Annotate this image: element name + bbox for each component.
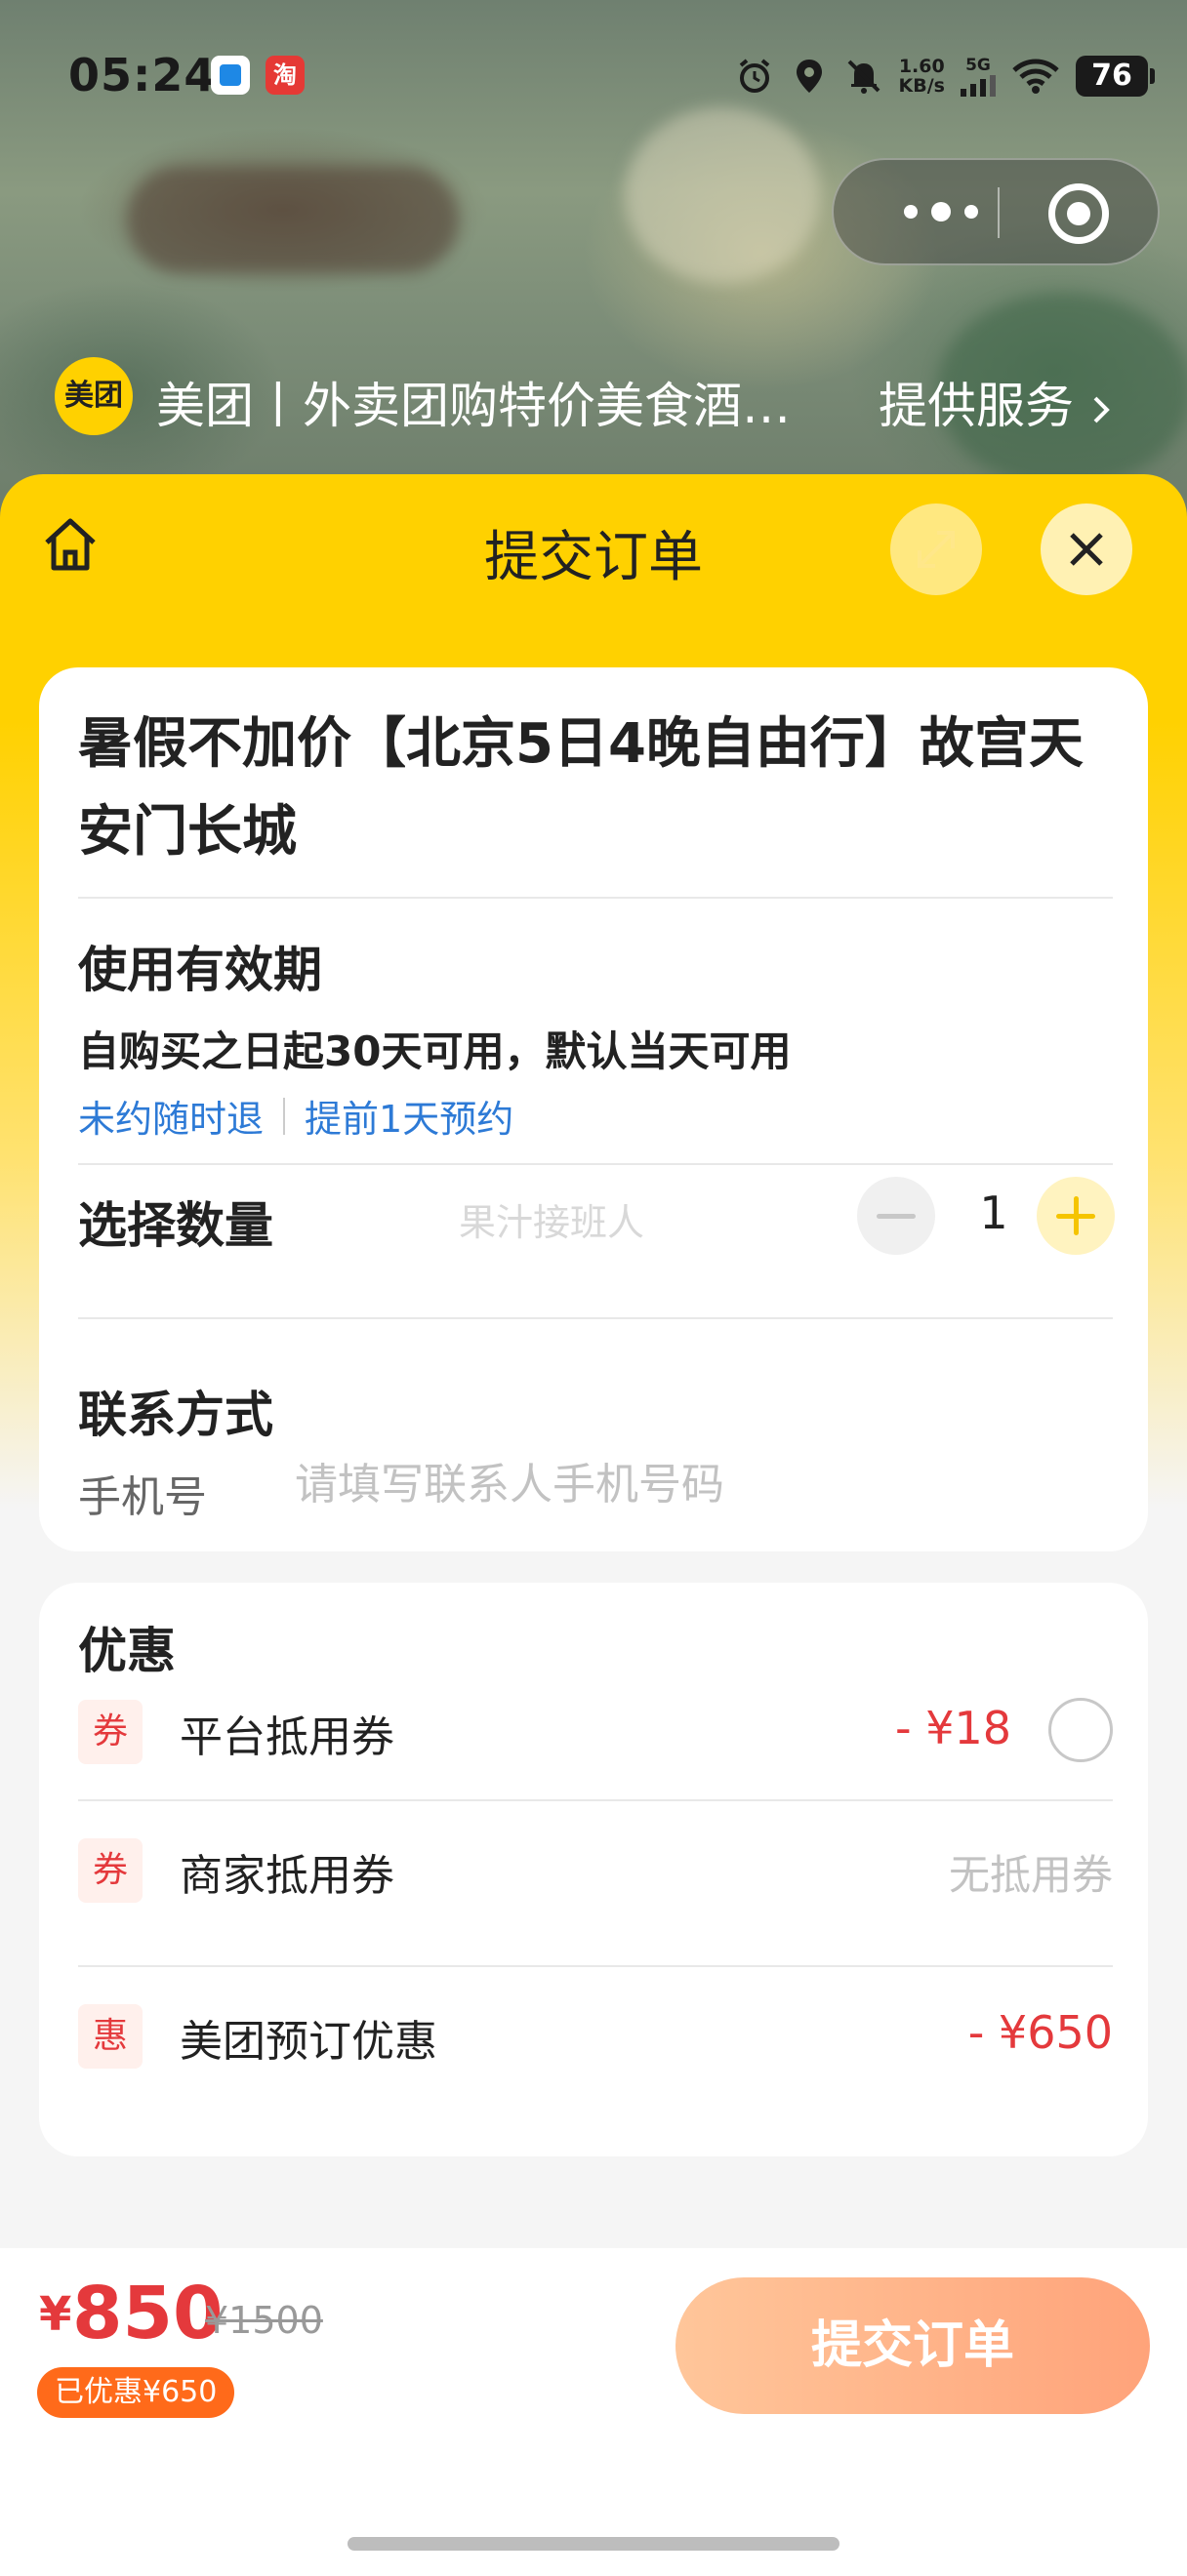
coupon-amount: - ¥18 xyxy=(894,1702,1011,1754)
divider xyxy=(78,1799,1113,1801)
coupon-badge: 券 xyxy=(78,1838,143,1903)
alarm-icon xyxy=(739,59,769,93)
signal-bars-icon xyxy=(961,75,996,97)
divider xyxy=(78,897,1113,899)
expand-icon xyxy=(918,531,955,568)
status-time: 05:24 xyxy=(68,49,217,101)
saved-badge: 已优惠¥650 xyxy=(37,2367,235,2418)
divider xyxy=(78,1163,1113,1165)
discount-amount: - ¥650 xyxy=(967,2006,1113,2059)
more-menu-button[interactable] xyxy=(882,160,1000,263)
order-info-card: 暑假不加价【北京5日4晚自由行】故宫天安门长城 使用有效期 自购买之日起30天可… xyxy=(39,667,1148,1551)
validity-heading: 使用有效期 xyxy=(78,942,322,998)
checkout-bar: ¥ 850 ¥1500 已优惠¥650 提交订单 xyxy=(0,2248,1187,2576)
coupon-status: 无抵用券 xyxy=(948,1851,1113,1899)
original-price: ¥1500 xyxy=(205,2299,323,2342)
chevron-right-icon xyxy=(1093,396,1110,423)
discount-card: 优惠 券 平台抵用券 - ¥18 券 商家抵用券 无抵用券 惠 美团预订优惠 -… xyxy=(39,1583,1148,2156)
service-label: 提供服务 xyxy=(879,378,1074,434)
quantity-stepper: 1 xyxy=(857,1177,1148,1259)
location-icon xyxy=(796,60,822,93)
coupon-name: 平台抵用券 xyxy=(180,1712,394,1762)
tag-separator xyxy=(283,1097,286,1135)
phone-label: 手机号 xyxy=(78,1472,207,1522)
capsule-divider xyxy=(998,187,1000,238)
meituan-discount-row: 惠 美团预订优惠 - ¥650 xyxy=(78,1996,1113,2074)
tag-reservation[interactable]: 提前1天预约 xyxy=(305,1089,513,1143)
mute-bell-icon xyxy=(847,60,880,94)
mini-program-header: 美团 美团丨外卖团购特价美食酒… 提供服务 xyxy=(0,357,1187,445)
discount-name: 美团预订优惠 xyxy=(180,2017,437,2067)
divider xyxy=(78,1317,1113,1319)
product-title: 暑假不加价【北京5日4晚自由行】故宫天安门长城 xyxy=(78,712,1084,864)
quantity-value: 1 xyxy=(979,1187,1008,1239)
status-bar: 05:24 淘 1.60 KB/s 5G 76 xyxy=(0,0,1187,146)
home-indicator[interactable] xyxy=(348,2537,839,2551)
coupon-name: 商家抵用券 xyxy=(180,1851,394,1901)
close-button[interactable] xyxy=(1041,503,1132,595)
expand-button[interactable] xyxy=(890,503,982,595)
watermark-text: 果汁接班人 xyxy=(459,1201,645,1244)
mini-program-capsule xyxy=(832,158,1160,265)
increase-quantity-button[interactable] xyxy=(1037,1177,1115,1255)
mini-program-title[interactable]: 美团丨外卖团购特价美食酒… xyxy=(156,367,839,437)
battery-indicator: 76 xyxy=(1076,56,1155,97)
quantity-label: 选择数量 xyxy=(78,1197,273,1254)
network-speed: 1.60 KB/s xyxy=(898,56,945,97)
notification-app-icon xyxy=(211,56,250,95)
cellular-signal: 5G xyxy=(961,56,996,97)
contact-heading: 联系方式 xyxy=(78,1387,273,1443)
divider xyxy=(78,1965,1113,1967)
taobao-app-icon: 淘 xyxy=(266,56,305,95)
currency-symbol: ¥ xyxy=(39,2287,72,2342)
coupon-badge: 券 xyxy=(78,1700,143,1764)
discount-badge: 惠 xyxy=(78,2004,143,2069)
exit-mini-program-button[interactable] xyxy=(1048,183,1109,244)
close-icon xyxy=(1070,533,1103,566)
merchant-coupon-row[interactable]: 券 商家抵用券 无抵用券 xyxy=(78,1831,1113,1909)
sheet-title: 提交订单 xyxy=(484,526,703,589)
discount-heading: 优惠 xyxy=(78,1623,176,1679)
validity-text: 自购买之日起30天可用，默认当天可用 xyxy=(78,1027,792,1075)
platform-coupon-row[interactable]: 券 平台抵用券 - ¥18 xyxy=(78,1692,1113,1770)
tag-refund[interactable]: 未约随时退 xyxy=(78,1089,264,1143)
submit-order-button[interactable]: 提交订单 xyxy=(675,2277,1150,2414)
wifi-icon xyxy=(1012,59,1059,94)
meituan-logo: 美团 xyxy=(55,357,133,435)
policy-tags: 未约随时退 提前1天预约 xyxy=(78,1089,513,1143)
phone-input[interactable] xyxy=(295,1452,1095,1516)
decrease-quantity-button[interactable] xyxy=(857,1177,935,1255)
coupon-radio[interactable] xyxy=(1048,1698,1113,1762)
total-price: 850 xyxy=(72,2272,224,2355)
service-link[interactable]: 提供服务 xyxy=(879,367,1113,437)
